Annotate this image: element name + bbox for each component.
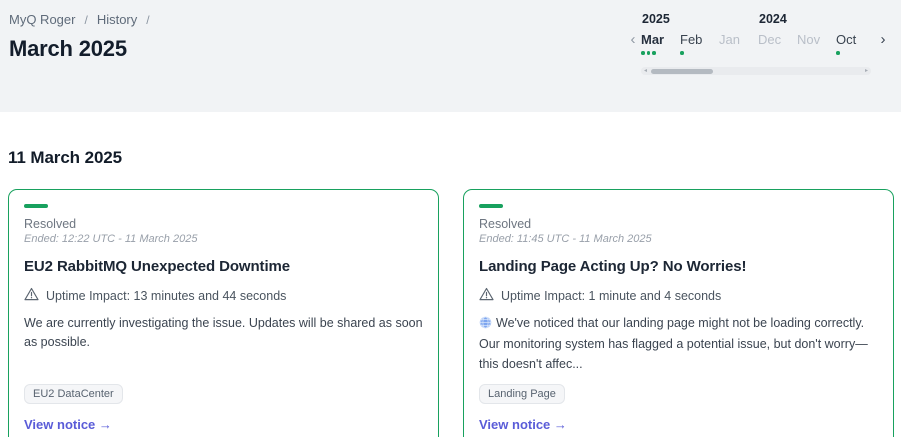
timeline-scrollbar[interactable]: ◂ ▸ bbox=[641, 67, 871, 75]
timeline-scrollbar-track[interactable] bbox=[647, 67, 865, 75]
component-tag: Landing Page bbox=[479, 384, 565, 404]
page-header: MyQ Roger / History / March 2025 2025 20… bbox=[0, 0, 901, 112]
timeline-months-row: ‹ Mar Feb Jan Dec bbox=[625, 32, 887, 55]
month-dots bbox=[680, 51, 719, 55]
month-label: Dec bbox=[758, 32, 797, 48]
incident-title: Landing Page Acting Up? No Worries! bbox=[479, 258, 878, 275]
chevron-right-icon[interactable]: › bbox=[875, 32, 891, 48]
scrollbar-right-arrow-icon[interactable]: ▸ bbox=[865, 67, 868, 75]
warning-triangle-icon bbox=[24, 287, 39, 304]
activity-dot bbox=[641, 51, 645, 55]
view-notice-link[interactable]: View notice → bbox=[24, 417, 423, 432]
chevron-left-icon[interactable]: ‹ bbox=[625, 32, 641, 48]
incident-card-rabbitmq: Resolved Ended: 12:22 UTC - 11 March 202… bbox=[8, 189, 439, 437]
incident-body: We are currently investigating the issue… bbox=[24, 314, 423, 353]
month-item-jan[interactable]: Jan bbox=[719, 32, 758, 55]
breadcrumb-separator: / bbox=[146, 13, 149, 27]
status-dash bbox=[479, 204, 503, 208]
tags-row: EU2 DataCenter bbox=[24, 374, 423, 404]
activity-dot bbox=[680, 51, 684, 55]
activity-dot bbox=[836, 51, 840, 55]
view-notice-link[interactable]: View notice → bbox=[479, 417, 878, 432]
month-timeline: 2025 2024 ‹ Mar Feb Jan bbox=[625, 12, 887, 112]
month-dots bbox=[641, 51, 680, 55]
activity-dot bbox=[652, 51, 656, 55]
header-left: MyQ Roger / History / March 2025 bbox=[9, 12, 150, 112]
month-label: Oct bbox=[836, 32, 875, 48]
incident-body: We've noticed that our landing page migh… bbox=[479, 314, 878, 374]
breadcrumb-separator: / bbox=[84, 13, 87, 27]
month-label: Mar bbox=[641, 32, 680, 48]
uptime-impact: Uptime Impact: 13 minutes and 44 seconds bbox=[24, 287, 423, 304]
uptime-impact: Uptime Impact: 1 minute and 4 seconds bbox=[479, 287, 878, 304]
month-dots bbox=[836, 51, 875, 55]
month-item-oct[interactable]: Oct bbox=[836, 32, 875, 55]
uptime-impact-text: Uptime Impact: 13 minutes and 44 seconds bbox=[46, 289, 286, 303]
timeline-scrollbar-thumb[interactable] bbox=[651, 69, 713, 74]
tags-row: Landing Page bbox=[479, 374, 878, 404]
uptime-impact-text: Uptime Impact: 1 minute and 4 seconds bbox=[501, 289, 721, 303]
status-dash bbox=[24, 204, 48, 208]
component-tag: EU2 DataCenter bbox=[24, 384, 123, 404]
month-dots bbox=[797, 51, 836, 55]
month-item-dec[interactable]: Dec bbox=[758, 32, 797, 55]
month-dots bbox=[758, 51, 797, 55]
timeline-months: Mar Feb Jan Dec bbox=[641, 32, 875, 55]
incident-history-content: 11 March 2025 Resolved Ended: 12:22 UTC … bbox=[0, 112, 901, 437]
globe-icon bbox=[479, 318, 492, 332]
date-heading: 11 March 2025 bbox=[8, 148, 894, 168]
breadcrumb-item-history[interactable]: History bbox=[97, 12, 137, 27]
incident-status: Resolved bbox=[479, 217, 878, 231]
status-history-page: MyQ Roger / History / March 2025 2025 20… bbox=[0, 0, 901, 437]
year-label-2025: 2025 bbox=[642, 12, 670, 26]
month-dots bbox=[719, 51, 758, 55]
month-label: Nov bbox=[797, 32, 836, 48]
incident-ended-time: Ended: 11:45 UTC - 11 March 2025 bbox=[479, 233, 878, 245]
month-item-nov[interactable]: Nov bbox=[797, 32, 836, 55]
warning-triangle-icon bbox=[479, 287, 494, 304]
incident-body-text: We've noticed that our landing page migh… bbox=[479, 316, 868, 371]
timeline-years: 2025 2024 bbox=[642, 12, 887, 28]
page-title: March 2025 bbox=[9, 36, 150, 62]
incident-card-landing-page: Resolved Ended: 11:45 UTC - 11 March 202… bbox=[463, 189, 894, 437]
month-label: Jan bbox=[719, 32, 758, 48]
breadcrumb: MyQ Roger / History / bbox=[9, 12, 150, 27]
year-label-2024: 2024 bbox=[759, 12, 787, 26]
incident-ended-time: Ended: 12:22 UTC - 11 March 2025 bbox=[24, 233, 423, 245]
incident-title: EU2 RabbitMQ Unexpected Downtime bbox=[24, 258, 423, 275]
month-item-feb[interactable]: Feb bbox=[680, 32, 719, 55]
activity-dot bbox=[647, 51, 651, 55]
incident-body-text: We are currently investigating the issue… bbox=[24, 316, 423, 349]
incident-cards-row: Resolved Ended: 12:22 UTC - 11 March 202… bbox=[8, 189, 894, 437]
month-label: Feb bbox=[680, 32, 719, 48]
month-item-mar[interactable]: Mar bbox=[641, 32, 680, 55]
incident-status: Resolved bbox=[24, 217, 423, 231]
breadcrumb-item-myq-roger[interactable]: MyQ Roger bbox=[9, 12, 75, 27]
